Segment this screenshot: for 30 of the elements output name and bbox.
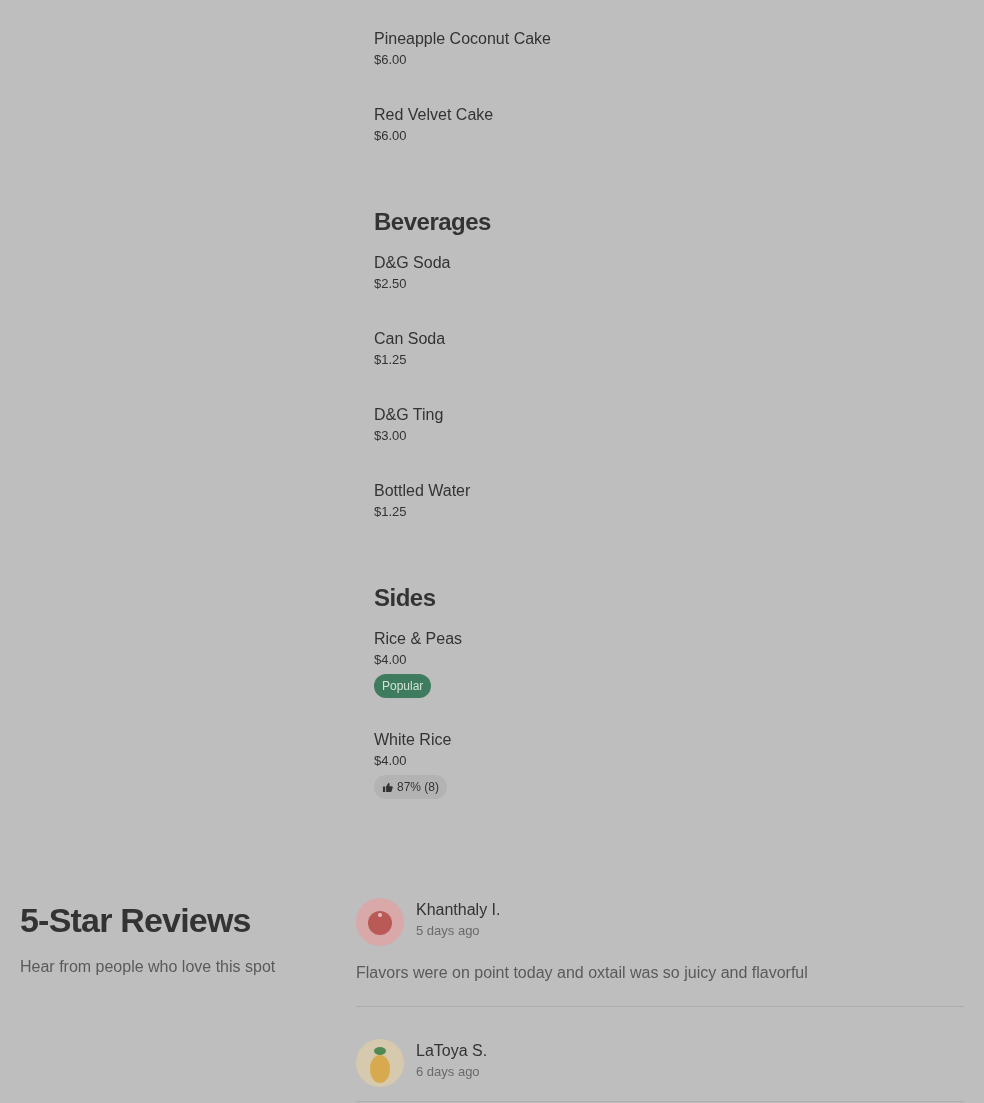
item-price: $1.25: [374, 503, 408, 521]
item-name[interactable]: Pineapple Coconut Cake: [374, 29, 984, 49]
item-name[interactable]: White Rice: [374, 730, 984, 750]
item-name[interactable]: Red Velvet Cake: [374, 105, 984, 125]
section-heading: Beverages: [374, 207, 492, 237]
item-name[interactable]: Rice & Peas: [374, 629, 984, 649]
thumbs-up-icon: [382, 781, 393, 793]
popular-badge: Popular: [374, 674, 432, 698]
reviews-heading: 5-Star Reviews: [20, 899, 252, 941]
item-price: $4.00: [374, 752, 408, 770]
reviewer-name: Khanthaly I.: [416, 899, 501, 920]
section-heading: Sides: [374, 583, 437, 613]
pineapple-avatar-icon: [356, 1038, 404, 1087]
item-price: $3.00: [374, 427, 408, 445]
item-name[interactable]: Bottled Water: [374, 481, 984, 501]
item-price: $1.25: [374, 351, 408, 369]
rating-text: 87% (8): [397, 780, 440, 794]
item-price: $6.00: [374, 127, 408, 145]
item-price: $6.00: [374, 51, 408, 69]
item-price: $4.00: [374, 651, 408, 669]
review-time: 6 days ago: [416, 1063, 481, 1079]
item-name[interactable]: D&G Ting: [374, 405, 984, 425]
item-name[interactable]: D&G Soda: [374, 253, 984, 273]
review-text: Flavors were on point today and oxtail was so juicy and flavorful: [356, 963, 809, 982]
reviewer-name: LaToya S.: [416, 1040, 488, 1061]
item-name[interactable]: Can Soda: [374, 329, 984, 349]
apple-avatar-icon: [356, 897, 404, 946]
review-time: 5 days ago: [416, 922, 481, 938]
reviews-subheading: Hear from people who love this spot: [20, 957, 277, 976]
item-price: $2.50: [374, 275, 408, 293]
